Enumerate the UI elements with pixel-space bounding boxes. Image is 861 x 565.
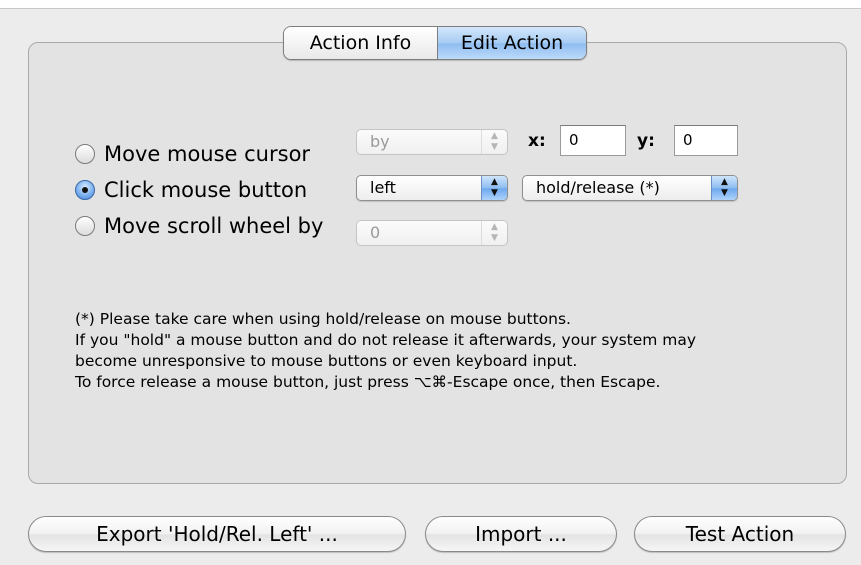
mouse-button-popup[interactable]: left ▲ ▼ bbox=[356, 175, 508, 201]
export-button[interactable]: Export 'Hold/Rel. Left' ... bbox=[28, 516, 406, 552]
x-label: x: bbox=[528, 131, 546, 151]
chevron-updown-icon: ▲ ▼ bbox=[481, 221, 507, 245]
scroll-amount-value: 0 bbox=[370, 223, 381, 242]
scroll-amount-popup[interactable]: 0 ▲ ▼ bbox=[356, 220, 508, 246]
move-mode-value: by bbox=[370, 132, 390, 151]
click-action-value: hold/release (*) bbox=[536, 178, 660, 197]
tab-action-info[interactable]: Action Info bbox=[284, 27, 438, 59]
tab-edit-action[interactable]: Edit Action bbox=[438, 27, 586, 59]
hold-release-warning: (*) Please take care when using hold/rel… bbox=[75, 309, 835, 393]
import-button[interactable]: Import ... bbox=[425, 516, 617, 552]
move-mode-popup[interactable]: by ▲ ▼ bbox=[356, 129, 508, 155]
scroll-wheel-radio[interactable] bbox=[75, 216, 95, 236]
chevron-updown-icon: ▲ ▼ bbox=[711, 176, 737, 200]
warning-line-2: If you "hold" a mouse button and do not … bbox=[75, 331, 697, 349]
warning-line-4: To force release a mouse button, just pr… bbox=[75, 373, 661, 391]
y-label: y: bbox=[637, 131, 655, 151]
click-button-option[interactable]: Click mouse button bbox=[75, 178, 307, 202]
edit-action-panel bbox=[28, 42, 847, 484]
test-action-button[interactable]: Test Action bbox=[634, 516, 846, 552]
chevron-updown-icon: ▲ ▼ bbox=[481, 176, 507, 200]
tab-bar: Action Info Edit Action bbox=[283, 26, 587, 60]
click-button-label: Click mouse button bbox=[104, 178, 308, 202]
move-cursor-radio[interactable] bbox=[75, 144, 95, 164]
window-top-edge bbox=[0, 0, 861, 9]
move-cursor-label: Move mouse cursor bbox=[104, 142, 311, 166]
warning-line-3: become unresponsive to mouse buttons or … bbox=[75, 352, 578, 370]
click-button-radio[interactable] bbox=[75, 180, 95, 200]
move-cursor-option[interactable]: Move mouse cursor bbox=[75, 142, 310, 166]
click-action-popup[interactable]: hold/release (*) ▲ ▼ bbox=[522, 175, 738, 201]
y-field[interactable]: 0 bbox=[674, 125, 738, 156]
scroll-wheel-label: Move scroll wheel by bbox=[104, 214, 324, 238]
scroll-wheel-option[interactable]: Move scroll wheel by bbox=[75, 214, 323, 238]
chevron-updown-icon: ▲ ▼ bbox=[481, 130, 507, 154]
mouse-button-value: left bbox=[370, 178, 396, 197]
warning-line-1: (*) Please take care when using hold/rel… bbox=[75, 310, 571, 328]
x-field[interactable]: 0 bbox=[560, 125, 626, 156]
